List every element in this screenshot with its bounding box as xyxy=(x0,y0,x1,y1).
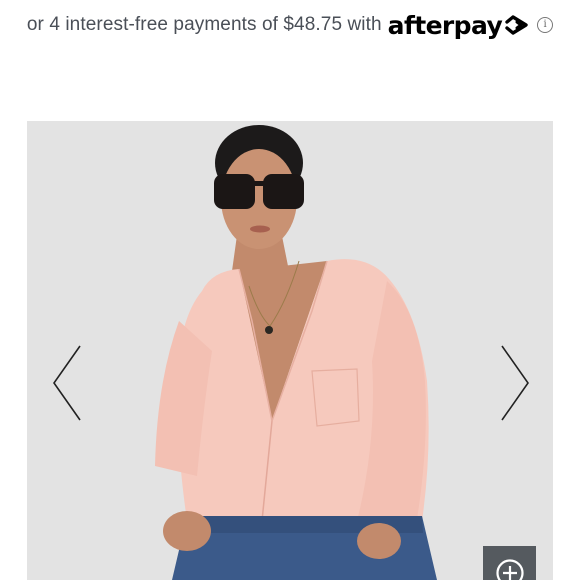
zoom-button[interactable] xyxy=(483,546,536,580)
product-photo[interactable] xyxy=(27,121,553,580)
next-image-button[interactable] xyxy=(495,343,535,423)
afterpay-logo: afterpay xyxy=(388,11,530,40)
product-image-gallery xyxy=(27,121,553,580)
info-icon[interactable]: i xyxy=(537,17,554,33)
chevron-right-icon xyxy=(501,345,529,421)
installment-text: or 4 interest-free payments of $48.75 wi… xyxy=(26,14,382,35)
afterpay-arrows-icon xyxy=(505,15,528,35)
chevron-left-icon xyxy=(53,345,81,421)
previous-image-button[interactable] xyxy=(47,343,87,423)
afterpay-banner: or 4 interest-free payments of $48.75 wi… xyxy=(0,8,580,42)
afterpay-wordmark: afterpay xyxy=(387,10,503,40)
zoom-in-icon xyxy=(495,559,524,580)
